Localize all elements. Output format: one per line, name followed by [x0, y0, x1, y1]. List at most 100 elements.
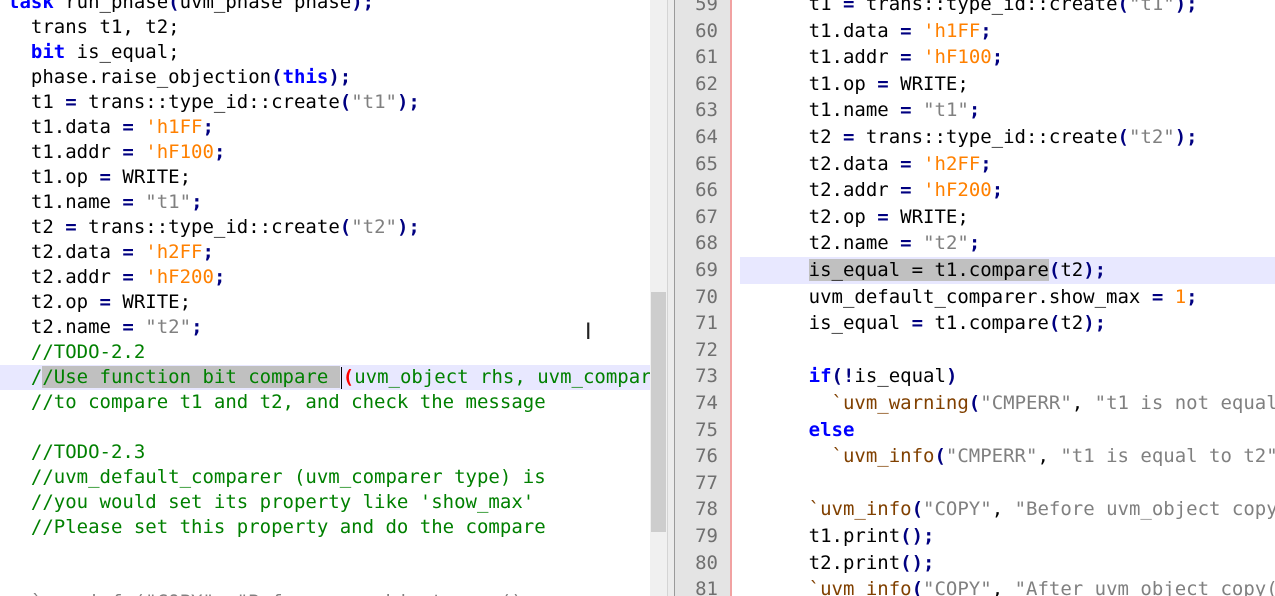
- code-token: /: [8, 366, 43, 388]
- code-token: );: [396, 91, 420, 113]
- code-token: "t1": [923, 99, 969, 122]
- right-code-line[interactable]: 63 t1.name = "t1";: [675, 97, 1275, 124]
- code-token: (: [168, 0, 180, 13]
- left-code-line[interactable]: t1.addr = 'hF100;: [0, 140, 650, 165]
- left-code-line[interactable]: trans t1, t2;: [0, 15, 650, 40]
- left-code-line[interactable]: t1.name = "t1";: [0, 190, 650, 215]
- left-code-line[interactable]: bit is_equal;: [0, 40, 650, 65]
- right-code-line[interactable]: 78 `uvm_info("COPY", "Before uvm_object …: [675, 496, 1275, 523]
- code-token: WRITE;: [110, 166, 192, 188]
- right-code-line[interactable]: 81 `uvm_info("COPY", "After uvm_object c…: [675, 576, 1275, 596]
- code-token: t1.addr: [8, 141, 123, 163]
- code-token: ,: [991, 498, 1015, 521]
- left-code-line[interactable]: //uvm_default_comparer (uvm_comparer typ…: [0, 465, 650, 490]
- line-number: 77: [695, 471, 718, 494]
- code-token: "After uvm_object copy() ...": [1014, 578, 1275, 596]
- code-token: task: [8, 0, 54, 13]
- right-code-line[interactable]: 64 t2 = trans::type_id::create("t2");: [675, 124, 1275, 151]
- left-code-line[interactable]: //Use function bit compare (uvm_object r…: [0, 365, 650, 390]
- code-text: is_equal = t1.compare(t2);: [740, 257, 1106, 284]
- code-text: t1.addr = 'hF100;: [8, 140, 226, 165]
- left-code-line[interactable]: //you would set its property like 'show_…: [0, 490, 650, 515]
- code-text: if(!is_equal): [740, 363, 958, 390]
- code-text: trans t1, t2;: [8, 15, 180, 40]
- right-code-line[interactable]: 66 t2.addr = 'hF200;: [675, 177, 1275, 204]
- right-code-line[interactable]: 61 t1.addr = 'hF100;: [675, 44, 1275, 71]
- code-token: t1.print: [740, 525, 901, 547]
- right-code-line[interactable]: 60 t1.data = 'h1FF;: [675, 18, 1275, 45]
- code-token: (: [934, 445, 946, 468]
- left-code-line[interactable]: [0, 540, 650, 565]
- code-token: t1.name: [740, 99, 901, 122]
- left-code-line[interactable]: //to compare t1 and t2, and check the me…: [0, 390, 650, 415]
- left-code-line[interactable]: [0, 415, 650, 440]
- left-code-line[interactable]: t1.data = 'h1FF;: [0, 115, 650, 140]
- code-token: `uvm_info: [831, 445, 935, 468]
- code-token: `uvm_info("COPY", "Before uvm_object cop…: [8, 591, 569, 596]
- right-code-line[interactable]: 67 t2.op = WRITE;: [675, 204, 1275, 231]
- view-splitter[interactable]: [667, 0, 675, 596]
- left-vertical-scrollbar[interactable]: [650, 0, 667, 596]
- code-text: `uvm_warning("CMPERR", "t1 is not equal …: [740, 390, 1275, 417]
- code-token: "t1": [145, 191, 192, 213]
- code-token: =: [122, 266, 134, 288]
- code-token: trans::type_id::create: [76, 91, 340, 113]
- code-token: t1: [8, 91, 66, 113]
- right-code-line[interactable]: 69 is_equal = t1.compare(t2);: [675, 257, 1275, 284]
- right-code-line[interactable]: 70 uvm_default_comparer.show_max = 1;: [675, 284, 1275, 311]
- left-code-line[interactable]: `uvm_info("COPY", "Before uvm_object cop…: [0, 590, 650, 596]
- left-code-line[interactable]: t1 = trans::type_id::create("t1");: [0, 90, 650, 115]
- code-token: else: [808, 418, 855, 441]
- left-editor-pane[interactable]: task run_phase(uvm_phase phase); trans t…: [0, 0, 650, 596]
- right-code-line[interactable]: 65 t2.data = 'h2FF;: [675, 151, 1275, 178]
- right-code-line[interactable]: 79 t1.print();: [675, 523, 1275, 550]
- right-code-line[interactable]: 73 if(!is_equal): [675, 363, 1275, 390]
- code-token: //TODO-2.2: [8, 341, 146, 363]
- code-token: t1.compare: [923, 312, 1049, 335]
- right-code-line[interactable]: 75 else: [675, 417, 1275, 444]
- right-code-line[interactable]: 77: [675, 470, 1275, 497]
- right-editor-pane[interactable]: 59 t1 = trans::type_id::create("t1"); 60 …: [675, 0, 1275, 596]
- code-token: `uvm_info: [808, 578, 912, 596]
- code-token: );: [396, 216, 420, 238]
- code-token: =: [911, 312, 924, 335]
- code-text: t2.name = "t2";: [740, 230, 981, 257]
- left-code-line[interactable]: //TODO-2.3: [0, 440, 650, 465]
- scrollbar-thumb[interactable]: [651, 292, 666, 532]
- right-code-line[interactable]: 74 `uvm_warning("CMPERR", "t1 is not equ…: [675, 390, 1275, 417]
- code-token: =: [877, 72, 889, 95]
- code-token: t1.op: [740, 72, 878, 95]
- right-code-line[interactable]: 71 is_equal = t1.compare(t2);: [675, 310, 1275, 337]
- left-code-line[interactable]: //Please set this property and do the co…: [0, 515, 650, 540]
- left-code-line[interactable]: t2.data = 'h2FF;: [0, 240, 650, 265]
- left-code-line[interactable]: t2.addr = 'hF200;: [0, 265, 650, 290]
- code-token: (: [911, 578, 924, 596]
- left-code-line[interactable]: t2 = trans::type_id::create("t2");: [0, 215, 650, 240]
- left-code-line[interactable]: t2.op = WRITE;: [0, 290, 650, 315]
- code-token: uvm_phase phase: [179, 0, 352, 13]
- code-text: t1.data = 'h1FF;: [740, 18, 992, 45]
- right-code-line[interactable]: 76 `uvm_info("CMPERR", "t1 is equal to t…: [675, 443, 1275, 470]
- left-code-line[interactable]: phase.raise_objection(this);: [0, 65, 650, 90]
- code-text: t2 = trans::type_id::create("t2");: [8, 215, 420, 240]
- code-token: t2.addr: [8, 266, 123, 288]
- right-code-line[interactable]: 72: [675, 337, 1275, 364]
- code-token: "t2": [1128, 126, 1175, 148]
- line-number: 61: [695, 46, 718, 69]
- code-text: t1.data = 'h1FF;: [8, 115, 214, 140]
- code-token: trans::type_id::create: [76, 216, 340, 238]
- left-code-line[interactable]: t1.op = WRITE;: [0, 165, 650, 190]
- code-token: t1: [740, 0, 843, 15]
- left-code-line[interactable]: [0, 565, 650, 590]
- code-text: else: [740, 417, 855, 444]
- right-code-line[interactable]: 80 t2.print();: [675, 550, 1275, 577]
- left-code-line[interactable]: task run_phase(uvm_phase phase);: [0, 0, 650, 15]
- right-code-line[interactable]: 68 t2.name = "t2";: [675, 230, 1275, 257]
- left-code-line[interactable]: t2.name = "t2";: [0, 315, 650, 340]
- code-token: `uvm_info: [808, 498, 912, 521]
- right-code-line[interactable]: 62 t1.op = WRITE;: [675, 71, 1275, 98]
- code-token: //to compare t1 and t2, and check the me…: [8, 391, 546, 413]
- left-code-line[interactable]: //TODO-2.2: [0, 340, 650, 365]
- right-code-line[interactable]: 59 t1 = trans::type_id::create("t1");: [675, 0, 1275, 18]
